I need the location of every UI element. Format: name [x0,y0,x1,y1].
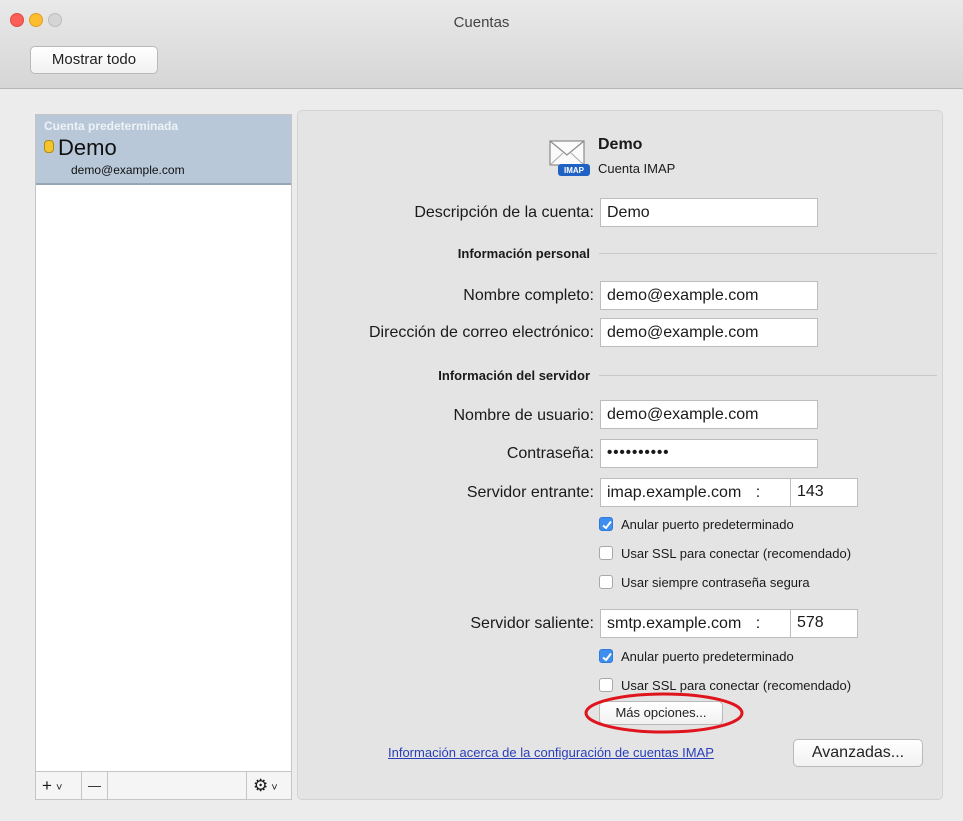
show-all-button[interactable]: Mostrar todo [30,46,158,74]
imap-badge: IMAP [564,166,585,175]
plus-icon: + [42,776,52,795]
account-name: Demo [58,135,117,160]
personal-info-header: Información personal [457,246,590,261]
full-name-label: Nombre completo: [463,287,594,304]
chevron-down-icon: ˅ [271,782,278,794]
account-actions-button[interactable]: ⚙ ˅ [246,772,291,799]
outgoing-override-port-checkbox[interactable] [599,649,613,663]
accounts-list[interactable] [35,114,292,772]
account-type: Cuenta IMAP [598,161,676,176]
default-account-label: Cuenta predeterminada [44,119,179,133]
incoming-override-port-checkbox[interactable] [599,517,613,531]
incoming-use-ssl-label: Usar SSL para conectar (recomendado) [621,546,852,561]
gear-icon: ⚙ [253,776,269,795]
secure-password-label: Usar siempre contraseña segura [621,575,810,590]
imap-info-link[interactable]: Información acerca de la configuración d… [388,745,714,760]
password-label: Contraseña: [506,445,594,462]
minus-icon: — [88,778,101,793]
outgoing-use-ssl-checkbox[interactable] [599,678,613,692]
incoming-port-field[interactable]: 143 [797,483,824,501]
incoming-override-port-label: Anular puerto predeterminado [621,517,794,532]
outgoing-port-field[interactable]: 578 [797,614,824,632]
password-field[interactable]: •••••••••• [600,439,818,468]
username-label: Nombre de usuario: [453,407,594,424]
incoming-host: imap.example.com [607,484,742,501]
secure-password-checkbox[interactable] [599,575,613,589]
mail-imap-icon: IMAP [547,138,591,178]
window-title: Cuentas [453,14,510,31]
section-divider [599,253,937,254]
port-divider [790,610,791,637]
description-label: Descripción de la cuenta: [414,204,594,221]
account-title: Demo [598,136,643,153]
account-email: demo@example.com [71,163,185,177]
incoming-server-label: Servidor entrante: [466,484,594,501]
port-separator: : [755,615,761,632]
port-separator: : [755,484,761,501]
section-divider [599,375,937,376]
port-divider [790,479,791,506]
full-name-field[interactable]: demo@example.com [600,281,818,310]
email-field[interactable]: demo@example.com [600,318,818,347]
outgoing-override-port-label: Anular puerto predeterminado [621,649,794,664]
outgoing-host: smtp.example.com [607,615,742,632]
server-info-header: Información del servidor [438,368,590,383]
username-field[interactable]: demo@example.com [600,400,818,429]
description-field[interactable]: Demo [600,198,818,227]
chevron-down-icon: ˅ [55,782,63,794]
add-account-button[interactable]: + ˅ [36,772,82,799]
email-label: Dirección de correo electrónico: [369,324,594,341]
status-indicator-icon [44,140,54,153]
remove-account-button[interactable]: — [82,772,108,799]
advanced-button[interactable]: Avanzadas... [793,739,923,767]
incoming-use-ssl-checkbox[interactable] [599,546,613,560]
outgoing-server-label: Servidor saliente: [470,615,594,632]
highlight-ring [583,691,745,735]
